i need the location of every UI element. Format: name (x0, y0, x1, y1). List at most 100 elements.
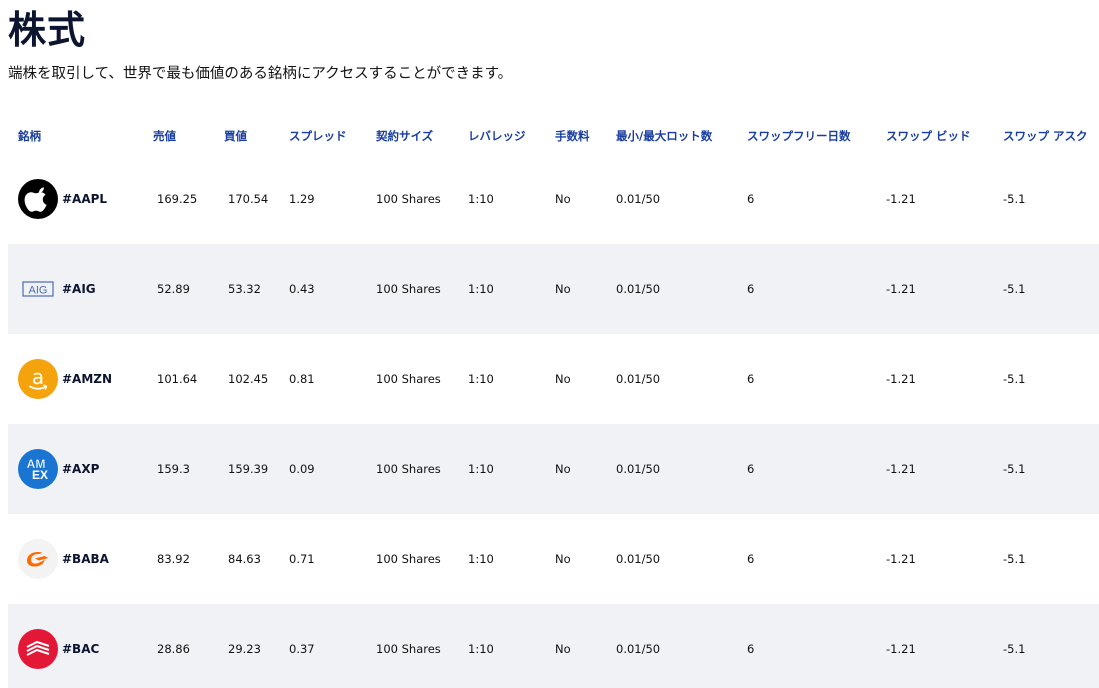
symbol-cell: #AAPL (8, 154, 143, 244)
commission: No (545, 244, 606, 334)
table-header: 銘柄 売値 買値 スプレッド 契約サイズ レバレッジ 手数料 最小/最大ロット数… (8, 118, 1099, 154)
swap-bid: -1.21 (876, 604, 993, 688)
amex-logo-icon: AM EX (18, 449, 58, 489)
buy-price: 170.54 (228, 192, 269, 206)
header-commission: 手数料 (555, 129, 590, 143)
contract-size: 100 Shares (366, 424, 458, 514)
header-sell: 売値 (153, 129, 176, 143)
lot-range: 0.01/50 (616, 192, 661, 206)
table-body: #AAPL 169.25 170.54 1.29 100 Shares 1:10… (8, 154, 1099, 688)
lot-range: 0.01/50 (606, 424, 737, 514)
swap-ask: -5.1 (993, 604, 1099, 688)
amex-logo-text-bottom: EX (32, 468, 48, 482)
symbol-cell: #BABA (8, 514, 143, 604)
leverage: 1:10 (468, 552, 494, 566)
amazon-logo-icon: a (18, 359, 58, 399)
swap-bid: -1.21 (876, 244, 993, 334)
symbol-cell: a #AMZN (8, 334, 143, 424)
swap-free-days: 6 (747, 192, 755, 206)
sell-price: 101.64 (157, 372, 198, 386)
header-swap-ask: スワップ アスク (1003, 129, 1088, 143)
lot-range: 0.01/50 (606, 244, 737, 334)
sell-price: 169.25 (157, 192, 198, 206)
header-swap-free-days: スワップフリー日数 (747, 129, 851, 143)
spread: 0.43 (279, 244, 366, 334)
leverage: 1:10 (458, 604, 545, 688)
leverage: 1:10 (458, 424, 545, 514)
table-row[interactable]: a #AMZN 101.64 102.45 0.81 100 Shares 1:… (8, 334, 1099, 424)
leverage: 1:10 (468, 192, 494, 206)
swap-free-days: 6 (737, 604, 876, 688)
buy-price: 29.23 (214, 604, 279, 688)
swap-ask: -5.1 (1003, 372, 1026, 386)
sell-price: 52.89 (143, 244, 214, 334)
symbol-cell: AIG #AIG (8, 244, 143, 334)
sell-price: 159.3 (143, 424, 214, 514)
symbol-cell: AM EX #AXP (8, 424, 143, 514)
leverage: 1:10 (468, 372, 494, 386)
spread: 0.37 (279, 604, 366, 688)
lot-range: 0.01/50 (606, 604, 737, 688)
table-row[interactable]: #BABA 83.92 84.63 0.71 100 Shares 1:10 N… (8, 514, 1099, 604)
swap-free-days: 6 (747, 372, 755, 386)
buy-price: 102.45 (228, 372, 269, 386)
bank-of-america-logo-icon (18, 629, 58, 669)
contract-size: 100 Shares (366, 244, 458, 334)
commission: No (545, 424, 606, 514)
symbol-name: #BABA (62, 552, 109, 566)
swap-bid: -1.21 (886, 372, 916, 386)
lot-range: 0.01/50 (616, 372, 661, 386)
buy-price: 84.63 (228, 552, 261, 566)
buy-price: 159.39 (214, 424, 279, 514)
swap-ask: -5.1 (1003, 552, 1026, 566)
swap-ask: -5.1 (993, 244, 1099, 334)
page-subtitle: 端株を取引して、世界で最も価値のある銘柄にアクセスすることができます。 (8, 66, 513, 82)
apple-logo-icon (18, 179, 58, 219)
header-row: 銘柄 売値 買値 スプレッド 契約サイズ レバレッジ 手数料 最小/最大ロット数… (8, 118, 1099, 154)
lot-range: 0.01/50 (616, 552, 661, 566)
symbol-name: #AIG (62, 282, 96, 296)
table-row[interactable]: #AAPL 169.25 170.54 1.29 100 Shares 1:10… (8, 154, 1099, 244)
header-swap-bid: スワップ ビッド (886, 129, 971, 143)
swap-free-days: 6 (747, 552, 755, 566)
swap-bid: -1.21 (886, 192, 916, 206)
alibaba-logo-icon (18, 539, 58, 579)
spread: 0.09 (279, 424, 366, 514)
sell-price: 83.92 (157, 552, 190, 566)
symbol-name: #AXP (62, 462, 100, 476)
header-contract-size: 契約サイズ (376, 129, 434, 143)
spread: 0.71 (289, 552, 315, 566)
contract-size: 100 Shares (366, 604, 458, 688)
table-row[interactable]: #BAC 28.86 29.23 0.37 100 Shares 1:10 No… (8, 604, 1099, 688)
swap-ask: -5.1 (993, 424, 1099, 514)
leverage: 1:10 (458, 244, 545, 334)
commission: No (555, 552, 571, 566)
header-spread: スプレッド (289, 129, 347, 143)
spread: 0.81 (289, 372, 315, 386)
swap-bid: -1.21 (886, 552, 916, 566)
contract-size: 100 Shares (376, 192, 441, 206)
aig-logo-icon: AIG (18, 269, 58, 309)
swap-free-days: 6 (737, 244, 876, 334)
contract-size: 100 Shares (376, 372, 441, 386)
symbol-name: #AMZN (62, 372, 113, 386)
buy-price: 53.32 (214, 244, 279, 334)
commission: No (545, 604, 606, 688)
stocks-table: 銘柄 売値 買値 スプレッド 契約サイズ レバレッジ 手数料 最小/最大ロット数… (8, 118, 1099, 688)
swap-ask: -5.1 (1003, 192, 1026, 206)
amazon-logo-text: a (32, 365, 44, 389)
stocks-page: 株式 端株を取引して、世界で最も価値のある銘柄にアクセスすることができます。 銘… (0, 0, 1099, 688)
symbol-name: #AAPL (62, 192, 108, 206)
page-title: 株式 (8, 8, 87, 52)
header-symbol: 銘柄 (18, 129, 41, 143)
contract-size: 100 Shares (376, 552, 441, 566)
symbol-cell: #BAC (8, 604, 143, 688)
header-buy: 買値 (224, 129, 247, 143)
aig-logo-text: AIG (29, 285, 48, 297)
table-row[interactable]: AM EX #AXP 159.3 159.39 0.09 100 Shares … (8, 424, 1099, 514)
header-lot: 最小/最大ロット数 (616, 129, 713, 143)
header-leverage: レバレッジ (468, 129, 526, 143)
swap-bid: -1.21 (876, 424, 993, 514)
commission: No (555, 192, 571, 206)
table-row[interactable]: AIG #AIG 52.89 53.32 0.43 100 Shares 1:1… (8, 244, 1099, 334)
